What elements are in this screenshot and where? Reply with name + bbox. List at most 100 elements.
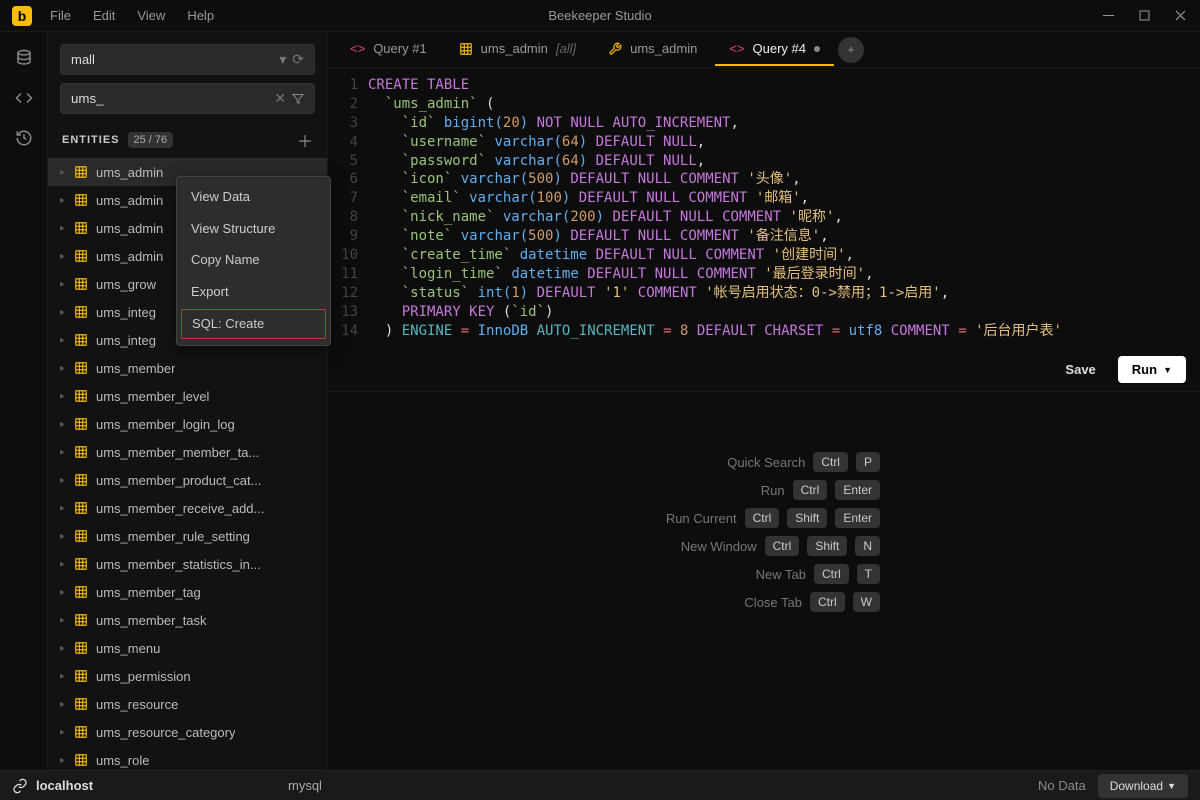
ctx-sql-create[interactable]: SQL: Create: [181, 309, 326, 339]
add-entity-button[interactable]: ＋: [297, 128, 313, 152]
table-name: ums_member: [96, 361, 175, 376]
key-badge: Ctrl: [813, 452, 848, 472]
table-name: ums_admin: [96, 249, 163, 264]
table-filter-input[interactable]: [71, 91, 268, 106]
shortcut-row: New WindowCtrl Shift N: [647, 536, 880, 556]
table-row[interactable]: ▸ums_member_task: [48, 606, 327, 634]
chevron-right-icon: ▸: [60, 447, 74, 458]
chevron-right-icon: ▸: [60, 391, 74, 402]
tab-query--4[interactable]: <>Query #4: [715, 33, 834, 66]
table-name: ums_menu: [96, 641, 160, 656]
table-row[interactable]: ▸ums_resource: [48, 690, 327, 718]
table-row[interactable]: ▸ums_resource_category: [48, 718, 327, 746]
new-tab-button[interactable]: +: [838, 37, 864, 63]
entities-label: ENTITIES: [62, 134, 120, 146]
key-badge: P: [856, 452, 880, 472]
table-filter[interactable]: ✕: [60, 83, 315, 114]
menu-help[interactable]: Help: [177, 4, 224, 27]
key-badge: N: [855, 536, 880, 556]
table-name: ums_member_login_log: [96, 417, 235, 432]
refresh-icon[interactable]: ⟳: [292, 51, 304, 68]
window-minimize[interactable]: [1092, 2, 1124, 30]
table-icon: [74, 193, 90, 207]
app-title: Beekeeper Studio: [548, 8, 651, 23]
key-badge: Shift: [807, 536, 847, 556]
ctx-view-structure[interactable]: View Structure: [177, 213, 330, 245]
chevron-down-icon: ▾: [279, 51, 286, 68]
table-row[interactable]: ▸ ums_member_receive_add...: [48, 494, 327, 522]
table-row[interactable]: ▸ ums_member_product_cat...: [48, 466, 327, 494]
table-row[interactable]: ▸ums_role: [48, 746, 327, 770]
key-badge: Enter: [835, 480, 880, 500]
table-row[interactable]: ▸ums_permission: [48, 662, 327, 690]
save-button[interactable]: Save: [1051, 356, 1109, 383]
table-name: ums_member_product_cat...: [96, 473, 261, 488]
shortcut-label: Run Current: [627, 511, 737, 526]
code-icon[interactable]: [8, 82, 40, 114]
tab-label: Query #4: [753, 41, 806, 56]
table-name: ums_role: [96, 753, 149, 768]
connection-host: localhost: [36, 778, 93, 793]
table-row[interactable]: ▸ ums_member_login_log: [48, 410, 327, 438]
table-row[interactable]: ▸ ums_member_member_ta...: [48, 438, 327, 466]
chevron-right-icon: ▸: [60, 559, 74, 570]
chevron-right-icon: ▸: [60, 615, 74, 626]
menu-view[interactable]: View: [127, 4, 175, 27]
history-icon[interactable]: [8, 122, 40, 154]
chevron-right-icon: ▸: [60, 167, 74, 178]
menu-edit[interactable]: Edit: [83, 4, 125, 27]
table-row[interactable]: ▸ums_menu: [48, 634, 327, 662]
table-row[interactable]: ▸ums_member_tag: [48, 578, 327, 606]
tab-query--1[interactable]: <>Query #1: [336, 33, 441, 66]
download-button[interactable]: Download ▼: [1098, 774, 1188, 798]
key-badge: Ctrl: [814, 564, 849, 584]
table-icon: [74, 529, 90, 543]
table-name: ums_integ: [96, 305, 156, 320]
table-icon: [74, 333, 90, 347]
table-icon: [74, 417, 90, 431]
chevron-right-icon: ▸: [60, 195, 74, 206]
window-close[interactable]: [1164, 2, 1196, 30]
table-name: ums_member_member_ta...: [96, 445, 259, 460]
table-icon: [74, 249, 90, 263]
tab-ums-admin[interactable]: ums_admin [all]: [445, 33, 590, 66]
table-name: ums_member_tag: [96, 585, 201, 600]
table-icon: [74, 585, 90, 599]
menu-file[interactable]: File: [40, 4, 81, 27]
table-row[interactable]: ▸ums_member_rule_setting: [48, 522, 327, 550]
run-button[interactable]: Run▼: [1118, 356, 1186, 383]
query-icon: <>: [350, 41, 365, 56]
tab-label: ums_admin: [630, 41, 697, 56]
tab-ums-admin[interactable]: ums_admin: [594, 33, 711, 66]
ctx-export[interactable]: Export: [177, 276, 330, 308]
table-row[interactable]: ▸ums_member_statistics_in...: [48, 550, 327, 578]
database-select[interactable]: mall ▾ ⟳: [60, 44, 315, 75]
table-name: ums_admin: [96, 193, 163, 208]
key-badge: Enter: [835, 508, 880, 528]
database-icon[interactable]: [8, 42, 40, 74]
ctx-copy-name[interactable]: Copy Name: [177, 244, 330, 276]
chevron-right-icon: ▸: [60, 475, 74, 486]
link-icon: [12, 778, 28, 794]
table-row[interactable]: ▸ums_member: [48, 354, 327, 382]
table-row[interactable]: ▸ums_member_level: [48, 382, 327, 410]
shortcut-label: Close Tab: [692, 595, 802, 610]
unsaved-dot-icon: [814, 46, 820, 52]
table-icon: [74, 669, 90, 683]
sql-editor[interactable]: 1234567891011121314 CREATE TABLE `ums_ad…: [328, 68, 1200, 348]
table-context-menu: View Data View Structure Copy Name Expor…: [176, 176, 331, 346]
table-name: ums_integ: [96, 333, 156, 348]
key-badge: Shift: [787, 508, 827, 528]
table-name: ums_member_receive_add...: [96, 501, 264, 516]
table-name: ums_admin: [96, 165, 163, 180]
ctx-view-data[interactable]: View Data: [177, 181, 330, 213]
chevron-right-icon: ▸: [60, 419, 74, 430]
table-name: ums_member_rule_setting: [96, 529, 250, 544]
entities-count-badge: 25 / 76: [128, 132, 174, 148]
chevron-right-icon: ▸: [60, 503, 74, 514]
clear-filter-icon[interactable]: ✕: [274, 90, 286, 107]
tab-label: ums_admin: [481, 41, 548, 56]
filter-icon[interactable]: [292, 93, 304, 105]
shortcut-row: RunCtrl Enter: [675, 480, 880, 500]
window-maximize[interactable]: [1128, 2, 1160, 30]
